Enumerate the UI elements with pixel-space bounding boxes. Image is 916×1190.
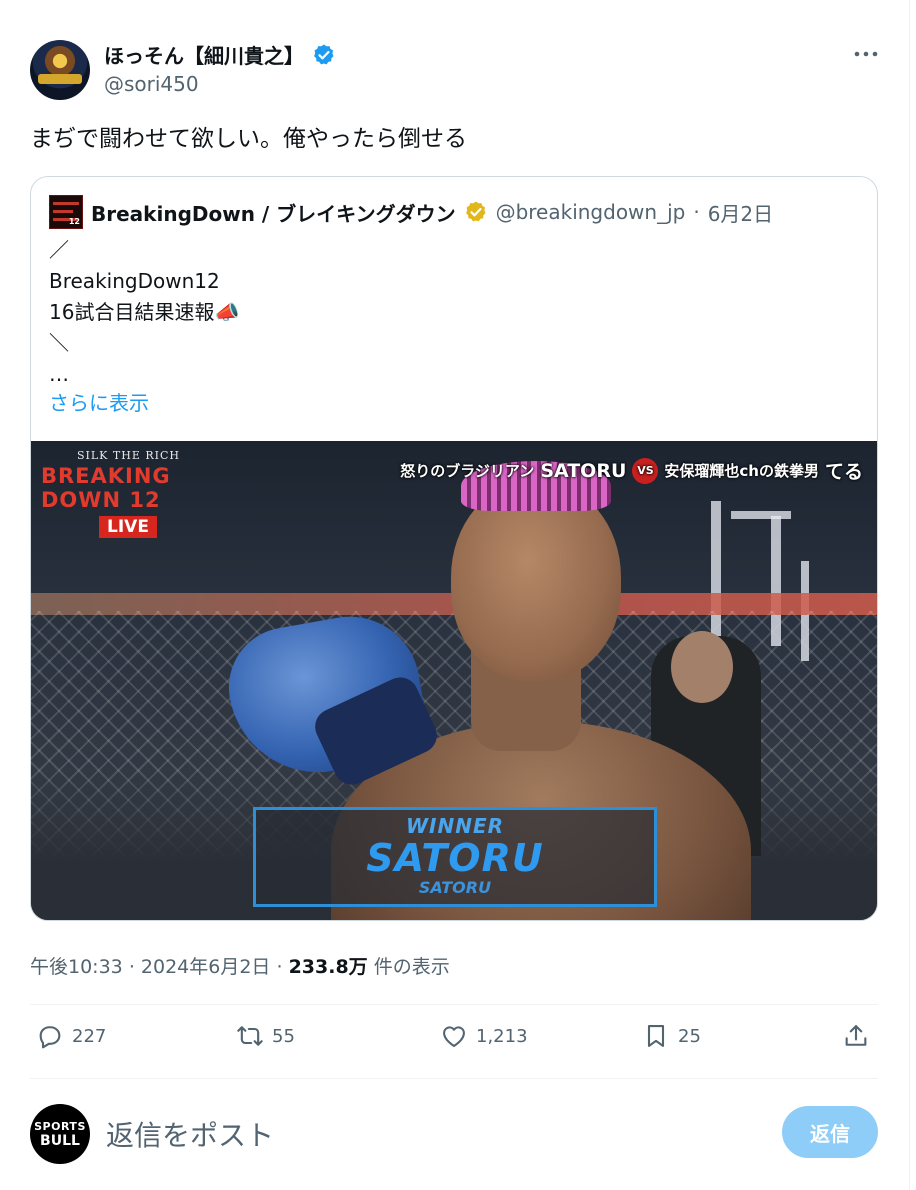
avatar-text-bottom: BULL bbox=[40, 1132, 80, 1149]
live-badge: LIVE bbox=[99, 516, 157, 538]
reply-button[interactable]: 227 bbox=[36, 1022, 106, 1050]
winner-label: WINNER bbox=[405, 814, 505, 838]
like-button[interactable]: 1,213 bbox=[440, 1022, 528, 1050]
vs-badge: VS bbox=[632, 457, 659, 484]
meta-separator: · bbox=[693, 200, 700, 224]
meta-separator: · bbox=[276, 956, 283, 978]
matchup-overlay: 怒りのブラジリアン SATORU VS 安保瑠輝也chの鉄拳男 てる bbox=[400, 457, 863, 484]
left-fighter-title: 怒りのブラジリアン bbox=[400, 462, 535, 480]
quoted-line: ／ bbox=[49, 238, 69, 262]
verified-gold-badge-icon bbox=[465, 201, 486, 222]
author-name-row: ほっそん【細川貴之】 bbox=[104, 40, 336, 69]
fighter-head bbox=[451, 481, 621, 681]
quoted-line: 16試合目結果速報📣 bbox=[49, 300, 240, 324]
divider bbox=[30, 1004, 878, 1005]
left-fighter-name: SATORU bbox=[540, 459, 627, 482]
author-name[interactable]: ほっそん【細川貴之】 bbox=[104, 40, 304, 69]
breakingdown-logo-avatar[interactable]: 12 bbox=[49, 195, 83, 229]
divider bbox=[30, 1078, 878, 1079]
share-icon bbox=[845, 1025, 867, 1046]
view-count: 233.8万 bbox=[288, 956, 368, 978]
show-more-link[interactable]: さらに表示 bbox=[49, 387, 149, 416]
bookmark-button[interactable]: 25 bbox=[642, 1022, 701, 1050]
like-count: 1,213 bbox=[476, 1025, 528, 1047]
quoted-post-text: ／ BreakingDown12 16試合目結果速報📣 ＼ … bbox=[49, 235, 239, 390]
user-avatar[interactable]: SPORTS BULL bbox=[30, 1104, 90, 1164]
repost-button[interactable]: 55 bbox=[236, 1022, 295, 1050]
arena-light bbox=[731, 511, 791, 519]
quoted-line: ＼ bbox=[49, 331, 69, 355]
heart-icon bbox=[443, 1026, 465, 1047]
view-count-label: 件の表示 bbox=[373, 956, 450, 978]
quoted-line: BreakingDown12 bbox=[49, 269, 220, 293]
quoted-line: … bbox=[49, 362, 69, 386]
verified-badge-icon bbox=[314, 44, 334, 64]
share-button[interactable] bbox=[842, 1022, 870, 1050]
meta-separator: · bbox=[128, 956, 135, 978]
reply-input[interactable] bbox=[104, 1112, 708, 1158]
quoted-post-card[interactable]: 12 BreakingDown / ブレイキングダウン @breakingdow… bbox=[30, 176, 878, 921]
event-brand-overlay: SILK THE RICH BREAKING DOWN 12 LIVE bbox=[41, 449, 241, 538]
post-time[interactable]: 午後10:33 bbox=[30, 956, 123, 978]
repost-count: 55 bbox=[272, 1025, 295, 1047]
belt-graphic bbox=[38, 74, 82, 84]
bookmark-count: 25 bbox=[678, 1025, 701, 1047]
author-avatar[interactable] bbox=[30, 40, 90, 100]
winner-name: SATORU bbox=[366, 836, 544, 880]
author-handle[interactable]: @sori450 bbox=[104, 72, 199, 96]
more-options-icon[interactable] bbox=[850, 40, 882, 68]
referee-head bbox=[671, 631, 733, 703]
sponsor-text: SILK THE RICH bbox=[77, 449, 180, 462]
logo-number: 12 bbox=[68, 217, 80, 226]
quoted-post-header: 12 BreakingDown / ブレイキングダウン @breakingdow… bbox=[49, 195, 773, 229]
repost-icon bbox=[237, 1026, 263, 1046]
avatar-text-top: SPORTS bbox=[34, 1119, 86, 1133]
reply-count: 227 bbox=[72, 1025, 107, 1047]
right-fighter-title: 安保瑠輝也chの鉄拳男 bbox=[664, 462, 819, 480]
winner-subtitle: SATORU bbox=[418, 878, 492, 897]
winner-banner: WINNER SATORU SATORU bbox=[253, 807, 657, 907]
quoted-post-date[interactable]: 6月2日 bbox=[708, 198, 773, 227]
quoted-author-name[interactable]: BreakingDown / ブレイキングダウン bbox=[91, 198, 456, 227]
frame-border bbox=[909, 0, 910, 1190]
bookmark-icon bbox=[647, 1025, 665, 1047]
quoted-author-handle[interactable]: @breakingdown_jp bbox=[496, 200, 686, 224]
event-title: BREAKING DOWN 12 bbox=[41, 464, 171, 512]
reply-submit-button[interactable]: 返信 bbox=[782, 1106, 878, 1158]
reply-icon bbox=[39, 1026, 61, 1049]
action-bar: 227 55 1,213 25 bbox=[30, 1022, 878, 1062]
post-meta: 午後10:33 · 2024年6月2日 · 233.8万 件の表示 bbox=[30, 952, 450, 979]
right-fighter-name: てる bbox=[824, 461, 863, 483]
post-date[interactable]: 2024年6月2日 bbox=[141, 956, 271, 978]
reply-composer: SPORTS BULL 返信 bbox=[30, 1104, 878, 1164]
tweet-text: まぢで闘わせて欲しい。俺やったら倒せる bbox=[30, 126, 467, 152]
quoted-post-image[interactable]: SILK THE RICH BREAKING DOWN 12 LIVE 怒りのブ… bbox=[31, 441, 877, 920]
